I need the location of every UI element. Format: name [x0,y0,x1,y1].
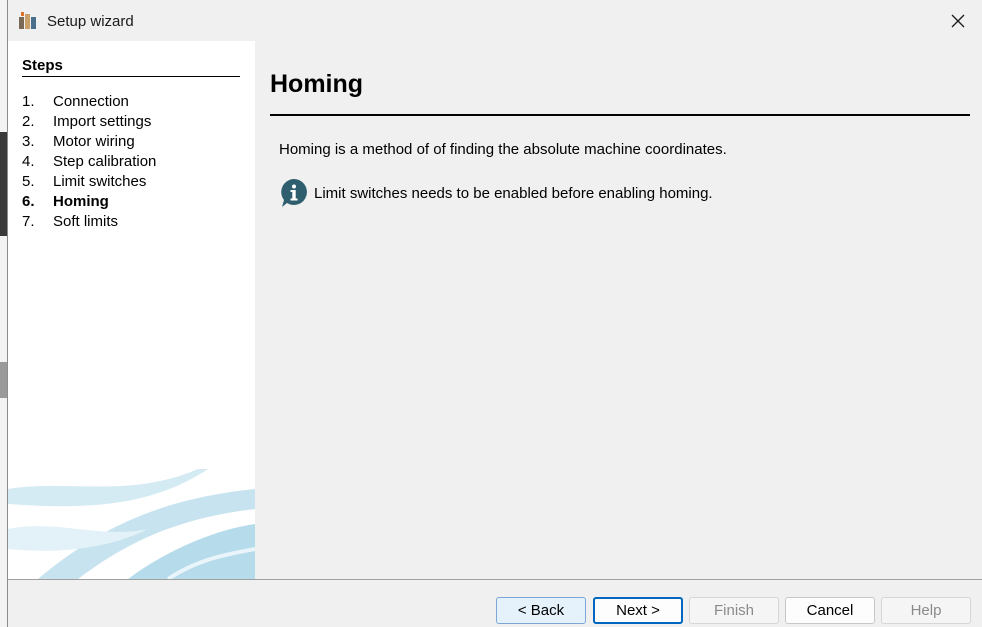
title-divider [270,114,970,116]
close-icon [951,14,965,28]
setup-wizard-dialog: Setup wizard Steps 1. Connection 2. Import … [7,0,982,627]
step-number: 5. [22,173,35,190]
step-item-7: 7. Soft limits [22,212,156,232]
steps-list: 1. Connection 2. Import settings 3. Motor wir… [22,92,156,232]
step-label: Limit switches [53,173,147,190]
button-bar: < Back Next > Finish Cancel Help [8,579,982,627]
step-label: Motor wiring [53,133,135,150]
step-label: Connection [53,93,129,110]
content-pane: Homing Homing is a method of of finding … [255,41,982,579]
page-title: Homing [270,70,364,98]
steps-panel: Steps 1. Connection 2. Import settings 3. Mot… [8,41,255,579]
step-number: 3. [22,133,35,150]
step-label: Import settings [53,113,152,130]
info-text: Limit switches needs to be enabled befor… [314,184,713,202]
step-item-6: 6. Homing [22,192,156,212]
step-label: Step calibration [53,153,157,170]
step-number: 1. [22,93,35,110]
title-bar: Setup wizard [8,0,982,41]
decorative-swoosh [8,469,255,579]
app-logo-icon [19,12,36,29]
step-number: 7. [22,213,35,230]
help-button[interactable]: Help [881,597,971,624]
close-button[interactable] [940,6,976,36]
info-icon [281,179,307,207]
finish-button[interactable]: Finish [689,597,779,624]
page-description: Homing is a method of of finding the abs… [279,141,727,158]
steps-heading: Steps [22,57,240,77]
step-label: Soft limits [53,213,119,230]
step-item-4: 4. Step calibration [22,152,156,172]
step-number: 4. [22,153,35,170]
step-label: Homing [53,193,109,210]
cancel-button[interactable]: Cancel [785,597,875,624]
step-item-1: 1. Connection [22,92,156,112]
step-item-3: 3. Motor wiring [22,132,156,152]
next-button[interactable]: Next > [593,597,683,624]
step-item-5: 5. Limit switches [22,172,156,192]
step-item-2: 2. Import settings [22,112,156,132]
back-button[interactable]: < Back [496,597,586,624]
info-message: Limit switches needs to be enabled befor… [278,177,713,209]
window-title: Setup wizard [47,13,134,30]
step-number: 2. [22,113,35,130]
step-number: 6. [22,193,35,210]
